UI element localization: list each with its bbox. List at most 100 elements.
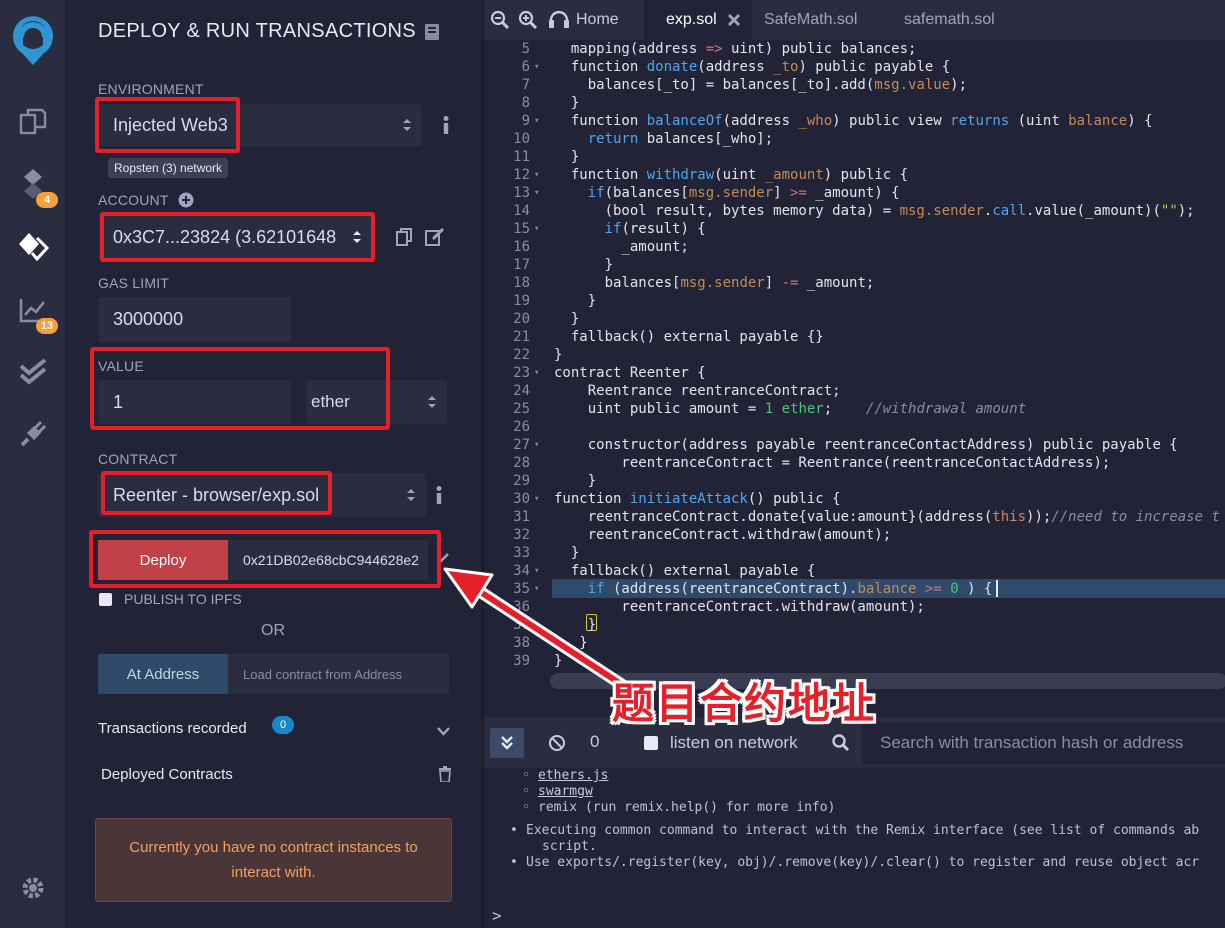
code-line[interactable]: 13 ▾ if(balances[msg.sender] >= _amount) … (484, 184, 1225, 202)
highlight-account (100, 212, 375, 262)
code-line[interactable]: 22} (484, 346, 1225, 364)
terminal-line[interactable]: ◦ swarmgw (522, 784, 593, 799)
code-text: fallback() external payable {} (554, 329, 824, 345)
code-line[interactable]: 18 balances[msg.sender] -= _amount; (484, 274, 1225, 292)
line-number: 6 (521, 59, 530, 75)
code-text: if(balances[msg.sender] >= _amount) { (587, 185, 900, 201)
plugin-manager-icon[interactable] (0, 406, 66, 462)
select-arrows-icon (407, 489, 415, 501)
clear-console-icon[interactable] (548, 734, 566, 757)
code-line[interactable]: 16 _amount; (484, 238, 1225, 256)
environment-label: ENVIRONMENT (98, 81, 204, 97)
collapse-terminal-button[interactable] (490, 728, 524, 758)
add-account-icon[interactable] (178, 192, 194, 213)
at-address-button[interactable]: At Address (98, 654, 228, 694)
highlight-deploy (89, 530, 441, 588)
code-text: contract Reenter { (554, 365, 706, 381)
line-number: 30 (513, 491, 530, 507)
code-text: } (554, 311, 580, 327)
file-explorer-icon[interactable] (0, 94, 66, 150)
line-number: 15 (513, 221, 530, 237)
transactions-recorded-label[interactable]: Transactions recorded (98, 720, 247, 737)
tab-safemath-lower[interactable]: safemath.sol (904, 0, 995, 40)
docs-book-icon[interactable] (424, 23, 440, 46)
remix-logo-icon[interactable] (0, 8, 66, 68)
code-line[interactable]: 6 ▾ function donate(address _to) public p… (484, 58, 1225, 76)
fold-toggle-icon[interactable]: ▾ (534, 436, 544, 454)
highlight-value (90, 347, 390, 430)
code-text: } (554, 347, 563, 363)
panel-title: DEPLOY & RUN TRANSACTIONS (98, 20, 416, 42)
code-line[interactable]: 5 mapping(address => uint) public balanc… (484, 40, 1225, 58)
code-line[interactable]: 21 fallback() external payable {} (484, 328, 1225, 346)
code-line[interactable]: 25 uint public amount = 1 ether; //withd… (484, 400, 1225, 418)
code-line[interactable]: 27 ▾ constructor(address payable reentran… (484, 436, 1225, 454)
tab-safemath-sol[interactable]: SafeMath.sol (764, 0, 857, 40)
code-line[interactable]: 28 reentranceContract = Reentrance(reent… (484, 454, 1225, 472)
copy-icon[interactable] (394, 226, 414, 248)
editor-area: Home exp.sol SafeMath.sol safemath.sol 5… (482, 0, 1225, 928)
at-address-input[interactable]: Load contract from Address (228, 654, 449, 694)
zoom-in-icon[interactable] (518, 10, 538, 30)
code-line[interactable]: 11 } (484, 148, 1225, 166)
chevron-down-icon[interactable] (437, 723, 450, 741)
solidity-compiler-icon[interactable]: 4 (0, 156, 66, 212)
line-number: 28 (513, 455, 530, 471)
fold-toggle-icon[interactable]: ▾ (534, 490, 544, 508)
terminal-line: • Use exports/.register(key, obj)/.remov… (510, 855, 1200, 870)
code-text: reentranceContract = Reentrance(reentran… (554, 455, 1111, 471)
line-number: 8 (521, 95, 530, 111)
code-line[interactable]: 29 } (484, 472, 1225, 490)
select-arrows-icon (428, 396, 436, 408)
code-line[interactable]: 32 reentranceContract.withdraw(amount); (484, 526, 1225, 544)
fold-toggle-icon[interactable]: ▾ (534, 112, 544, 130)
code-line[interactable]: 24 Reentrance reentranceContract; (484, 382, 1225, 400)
code-line[interactable]: 26 (484, 418, 1225, 436)
code-line[interactable]: 17 } (484, 256, 1225, 274)
analysis-icon[interactable]: 13 (0, 282, 66, 338)
fold-toggle-icon[interactable]: ▾ (534, 184, 544, 202)
tab-home[interactable]: Home (548, 0, 619, 40)
code-line[interactable]: 23 ▾ contract Reenter { (484, 364, 1225, 382)
fold-toggle-icon[interactable]: ▾ (534, 364, 544, 382)
settings-gear-icon[interactable] (0, 860, 66, 916)
zoom-out-icon[interactable] (490, 10, 510, 30)
fold-toggle-icon[interactable]: ▾ (534, 58, 544, 76)
code-text: balances[_to] = balances[_to].add(msg.va… (554, 77, 968, 93)
line-number: 22 (513, 347, 530, 363)
terminal-prompt[interactable]: > (492, 906, 502, 925)
code-line[interactable]: 31 reentranceContract.donate{value:amoun… (484, 508, 1225, 526)
close-tab-icon[interactable] (727, 13, 741, 27)
code-line[interactable]: 8 } (484, 94, 1225, 112)
info-icon[interactable] (436, 114, 456, 136)
or-separator: OR (261, 622, 285, 639)
edit-icon[interactable] (424, 226, 446, 248)
code-line[interactable]: 9 ▾ function balanceOf(address _who) publ… (484, 112, 1225, 130)
tab-exp-sol[interactable]: exp.sol (644, 0, 752, 40)
code-line[interactable]: 14 (bool result, bytes memory data) = ms… (484, 202, 1225, 220)
code-line[interactable]: 30 ▾ function initiateAttack() public { (484, 490, 1225, 508)
publish-ipfs-checkbox[interactable] (99, 593, 112, 606)
deploy-run-icon[interactable] (0, 218, 66, 274)
contract-info-icon[interactable] (433, 484, 445, 506)
line-number: 24 (513, 383, 530, 399)
code-text: if(result) { (604, 221, 706, 237)
fold-toggle-icon[interactable]: ▾ (534, 220, 544, 238)
code-line[interactable]: 12 ▾ function withdraw(uint _amount) publ… (484, 166, 1225, 184)
listen-network-checkbox[interactable] (644, 736, 658, 750)
fold-toggle-icon[interactable]: ▾ (534, 166, 544, 184)
code-line[interactable]: 20 } (484, 310, 1225, 328)
testing-checkmarks-icon[interactable] (0, 344, 66, 400)
code-line[interactable]: 15 ▾ if(result) { (484, 220, 1225, 238)
transaction-search-input[interactable]: Search with transaction hash or address (862, 722, 1225, 764)
terminal-line[interactable]: ◦ ethers.js (522, 768, 608, 783)
code-line[interactable]: 19 } (484, 292, 1225, 310)
code-line[interactable]: 10 return balances[_who]; (484, 130, 1225, 148)
deploy-run-panel: DEPLOY & RUN TRANSACTIONS ENVIRONMENT In… (66, 0, 480, 928)
gas-limit-input[interactable]: 3000000 (98, 297, 291, 342)
compiler-badge: 4 (36, 192, 58, 208)
trash-icon[interactable] (438, 766, 452, 787)
code-line[interactable]: 7 balances[_to] = balances[_to].add(msg.… (484, 76, 1225, 94)
no-instances-alert: Currently you have no contract instances… (95, 818, 452, 902)
code-text: reentranceContract.donate{value:amount}(… (554, 509, 1220, 525)
